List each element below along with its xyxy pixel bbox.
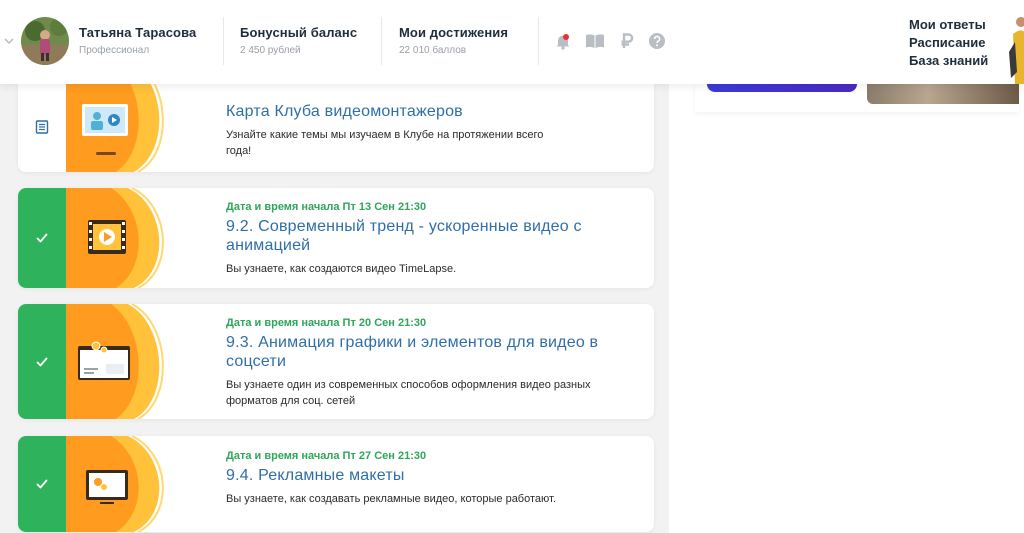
card-status-strip	[18, 436, 66, 532]
achievements-title: Мои достижения	[399, 25, 509, 40]
book-icon[interactable]	[585, 32, 605, 50]
help-icon[interactable]	[648, 32, 666, 50]
lesson-description: Вы узнаете, как создаются видео TimeLaps…	[226, 263, 457, 275]
lesson-description: Вы узнаете один из современных способов …	[226, 379, 591, 407]
avatar-photo	[21, 17, 69, 65]
divider	[223, 17, 224, 65]
lesson-title[interactable]: 9.4. Рекламные макеты	[226, 466, 634, 485]
lesson-date: Дата и время начала Пт 20 Сен 21:30	[226, 317, 427, 329]
bonus-balance[interactable]: Бонусный баланс 2 450 рублей	[240, 25, 357, 56]
lesson-title[interactable]: 9.3. Анимация графики и элементов для ви…	[226, 333, 626, 371]
card-text: Дата и время начала Пт 20 Сен 21:30 9.3.…	[226, 317, 634, 409]
card-art	[66, 304, 178, 419]
check-icon	[36, 479, 48, 489]
divider	[538, 17, 539, 65]
user-info[interactable]: Татьяна Тарасова Профессионал	[79, 25, 196, 56]
header-menu: Мои ответы Расписание База знаний	[909, 16, 988, 70]
avatar[interactable]	[21, 17, 69, 65]
ruble-icon[interactable]	[618, 32, 636, 50]
check-icon	[36, 357, 48, 366]
card-text: Дата и время начала Пт 13 Сен 21:30 9.2.…	[226, 201, 634, 277]
lesson-date: Дата и время начала Пт 13 Сен 21:30	[226, 201, 427, 213]
user-role: Профессионал	[79, 45, 150, 56]
top-header: Татьяна Тарасова Профессионал Бонусный б…	[0, 0, 1024, 84]
bonus-balance-value: 2 450 рублей	[240, 45, 301, 56]
lesson-card-9-4[interactable]: Дата и время начала Пт 27 Сен 21:30 9.4.…	[18, 436, 654, 532]
document-list-icon	[35, 120, 49, 134]
card-art	[66, 436, 178, 532]
lesson-title[interactable]: Карта Клуба видеомонтажеров	[226, 102, 634, 121]
card-text: Карта Клуба видеомонтажеров Узнайте каки…	[226, 98, 634, 159]
bonus-balance-title: Бонусный баланс	[240, 25, 358, 40]
lesson-card-9-2[interactable]: Дата и время начала Пт 13 Сен 21:30 9.2.…	[18, 188, 654, 288]
lesson-description: Вы узнаете, как создавать рекламные виде…	[226, 493, 556, 505]
achievements[interactable]: Мои достижения 22 010 баллов	[399, 25, 508, 56]
lesson-card-9-3[interactable]: Дата и время начала Пт 20 Сен 21:30 9.3.…	[18, 304, 654, 419]
graphics-window-illustration	[78, 341, 130, 380]
monitor-video-illustration	[82, 104, 128, 155]
card-status-strip	[18, 188, 66, 288]
menu-knowledge-base[interactable]: База знаний	[909, 52, 988, 70]
mascot-figure	[1003, 12, 1024, 84]
lesson-title[interactable]: 9.2. Современный тренд - ускоренные виде…	[226, 217, 626, 255]
lesson-description: Узнайте какие темы мы изучаем в Клубе на…	[226, 129, 544, 157]
film-play-illustration	[88, 220, 126, 254]
card-art	[66, 188, 178, 288]
promo-banner	[695, 80, 1019, 112]
bell-icon[interactable]	[554, 32, 572, 50]
divider	[381, 17, 382, 65]
menu-schedule[interactable]: Расписание	[909, 34, 988, 52]
user-name: Татьяна Тарасова	[79, 25, 197, 40]
ad-monitor-illustration	[86, 470, 128, 504]
card-text: Дата и время начала Пт 27 Сен 21:30 9.4.…	[226, 450, 634, 507]
achievements-value: 22 010 баллов	[399, 45, 467, 56]
menu-my-answers[interactable]: Мои ответы	[909, 16, 988, 34]
check-icon	[36, 233, 48, 243]
chevron-down-icon[interactable]	[2, 34, 16, 48]
card-status-strip	[18, 304, 66, 419]
lesson-date: Дата и время начала Пт 27 Сен 21:30	[226, 450, 427, 462]
